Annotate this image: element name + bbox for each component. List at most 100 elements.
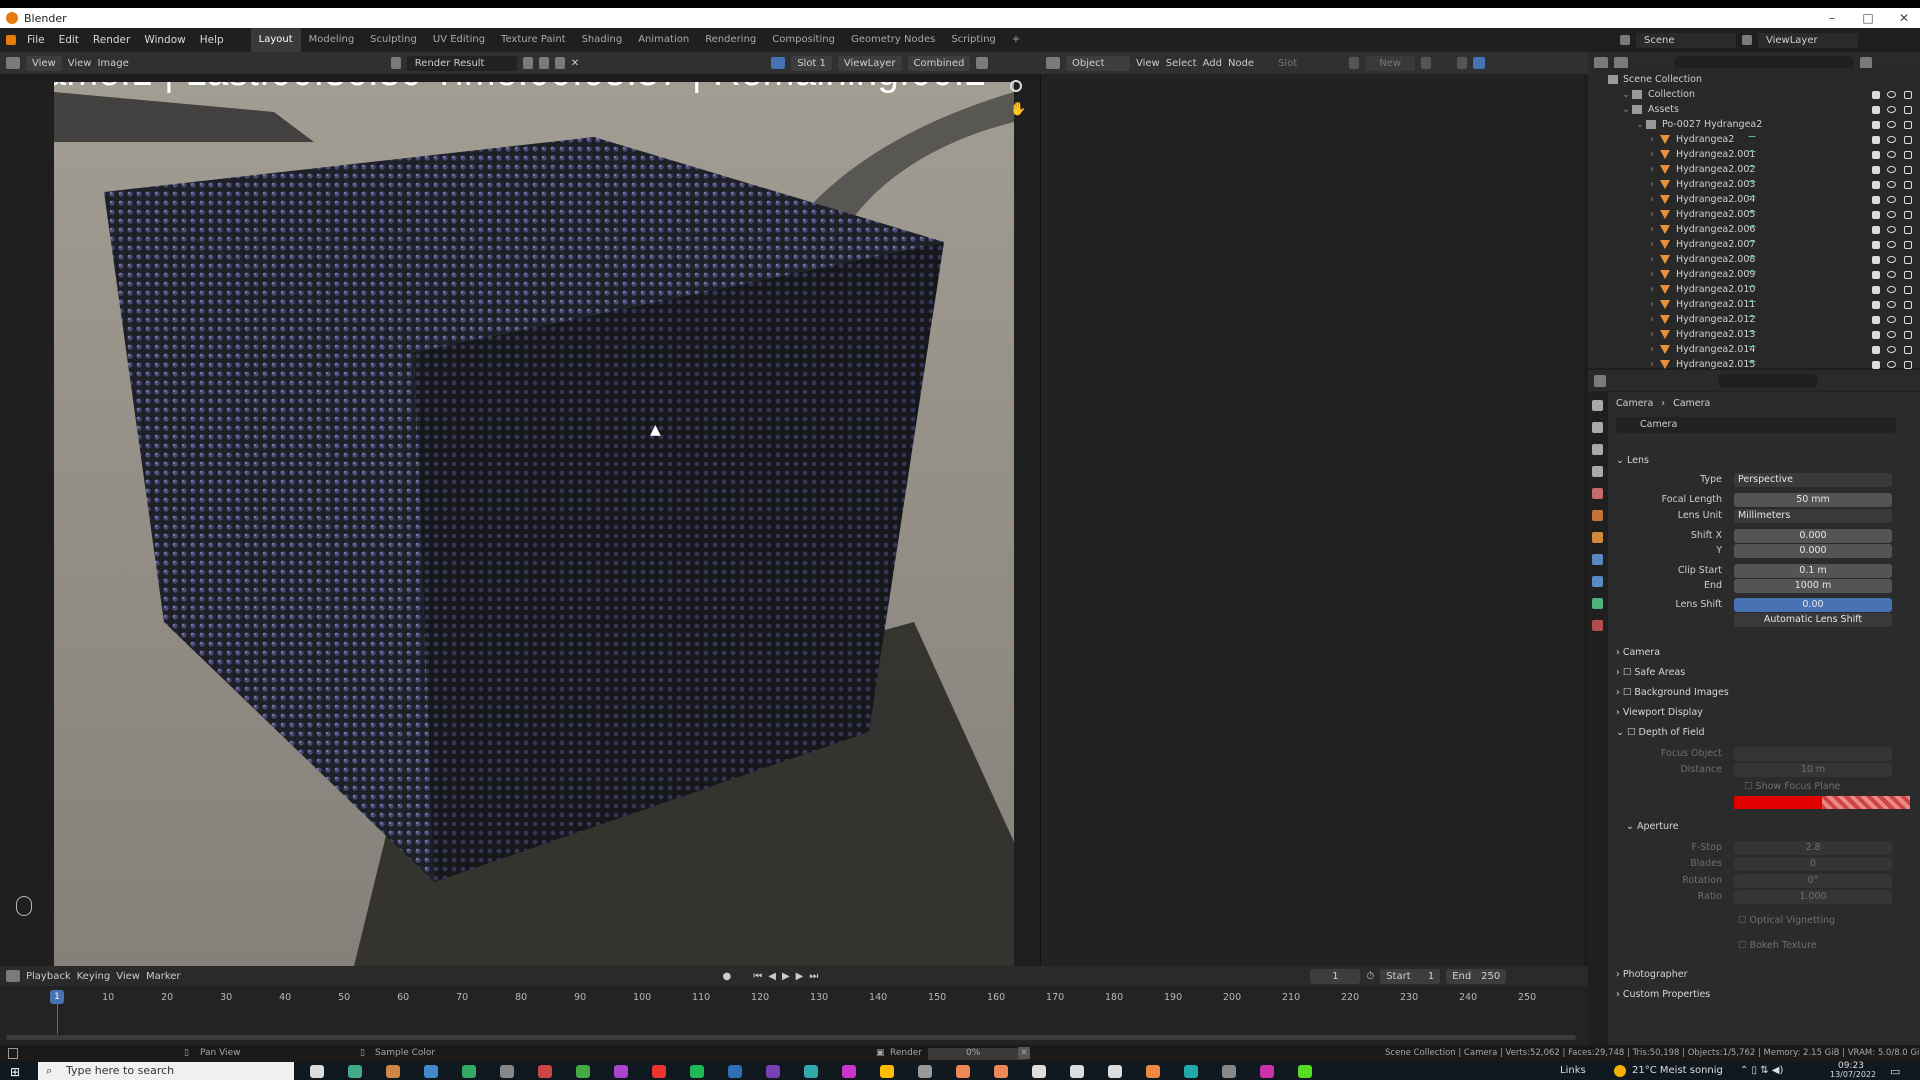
eye-icon[interactable] <box>1887 346 1896 353</box>
new-image-icon[interactable] <box>538 57 549 69</box>
overlay-icon[interactable] <box>771 57 786 69</box>
node-editor-canvas[interactable] <box>1040 74 1584 968</box>
checkbox-icon[interactable] <box>1872 360 1880 369</box>
lens-shift-field[interactable]: 0.00 <box>1734 598 1892 612</box>
notifications-icon[interactable]: ▭ <box>1890 1065 1900 1078</box>
eye-icon[interactable] <box>1887 256 1896 263</box>
eye-icon[interactable] <box>1887 226 1896 233</box>
panel-depth-of-field-header[interactable]: ⌄ ☐ Depth of Field <box>1616 724 1920 742</box>
minimize-icon[interactable]: – <box>1812 8 1852 28</box>
tab-geometry-nodes[interactable]: Geometry Nodes <box>843 28 943 52</box>
eye-icon[interactable] <box>1887 271 1896 278</box>
outliner-row[interactable]: › Hydrangea2.002 <box>1588 162 1920 177</box>
camera-render-icon[interactable] <box>1904 240 1912 249</box>
tab-rendering[interactable]: Rendering <box>697 28 764 52</box>
camera-render-icon[interactable] <box>1904 150 1912 159</box>
outliner-row[interactable]: › Hydrangea2.008 <box>1588 252 1920 267</box>
lens-unit-dropdown[interactable]: Millimeters <box>1734 509 1892 523</box>
taskbar-app-icon[interactable] <box>880 1065 894 1078</box>
checkbox-icon[interactable] <box>1872 315 1880 324</box>
image-name-field[interactable]: Render Result <box>406 55 517 71</box>
expand-arrow-icon[interactable]: › <box>1650 297 1660 312</box>
eye-icon[interactable] <box>1887 211 1896 218</box>
bokeh-texture-checkbox[interactable]: ☐ Bokeh Texture <box>1738 938 1817 954</box>
taskbar-app-icon[interactable] <box>424 1065 438 1078</box>
tab-compositing[interactable]: Compositing <box>764 28 843 52</box>
expand-arrow-icon[interactable]: ⌄ <box>1636 117 1646 132</box>
slot-dropdown[interactable]: Slot 1 <box>791 55 832 71</box>
menu-edit[interactable]: Edit <box>52 28 86 52</box>
checkbox-icon[interactable] <box>1872 195 1880 204</box>
panel-lens-header[interactable]: ⌄ Lens <box>1616 452 1920 470</box>
playhead[interactable]: 1 <box>50 990 64 1004</box>
shift-y-field[interactable]: 0.000 <box>1734 544 1892 558</box>
expand-arrow-icon[interactable]: › <box>1650 342 1660 357</box>
expand-arrow-icon[interactable]: › <box>1650 177 1660 192</box>
add-workspace-icon[interactable]: + <box>1004 28 1028 52</box>
expand-arrow-icon[interactable]: › <box>1650 162 1660 177</box>
tab-shading[interactable]: Shading <box>574 28 631 52</box>
taskbar-app-icon[interactable] <box>956 1065 970 1078</box>
eye-icon[interactable] <box>1887 301 1896 308</box>
tool-tab-icon[interactable] <box>1592 400 1603 411</box>
expand-arrow-icon[interactable]: › <box>1650 147 1660 162</box>
focus-object-field[interactable] <box>1734 747 1892 761</box>
taskbar-app-icon[interactable] <box>500 1065 514 1078</box>
checkbox-icon[interactable] <box>1872 210 1880 219</box>
camera-render-icon[interactable] <box>1904 255 1912 264</box>
camera-render-icon[interactable] <box>1904 180 1912 189</box>
eye-icon[interactable] <box>1887 331 1896 338</box>
camera-render-icon[interactable] <box>1904 285 1912 294</box>
type-dropdown[interactable]: Perspective <box>1734 473 1892 487</box>
image-browse-icon[interactable] <box>390 57 401 69</box>
mesh-data-icon[interactable] <box>1748 135 1756 144</box>
outliner-row[interactable]: › Hydrangea2.001 <box>1588 147 1920 162</box>
checkbox-icon[interactable] <box>1872 300 1880 309</box>
camera-render-icon[interactable] <box>1904 300 1912 309</box>
clock-date[interactable]: 13/07/2022 <box>1830 1070 1876 1079</box>
taskbar-app-icon[interactable] <box>538 1065 552 1078</box>
taskbar-app-icon[interactable] <box>918 1065 932 1078</box>
expand-arrow-icon[interactable]: › <box>1650 192 1660 207</box>
camera-render-icon[interactable] <box>1904 360 1912 369</box>
tray-icons[interactable]: ⌃ ▯ ⇅ ◀) <box>1740 1065 1783 1076</box>
eye-icon[interactable] <box>1887 361 1896 368</box>
eye-icon[interactable] <box>1887 241 1896 248</box>
display-channels-icon[interactable] <box>976 57 989 69</box>
timeline-scrollbar[interactable] <box>6 1035 1576 1040</box>
eye-icon[interactable] <box>1887 151 1896 158</box>
checkbox-icon[interactable] <box>1872 120 1880 129</box>
panel-safe-areas-header[interactable]: › ☐ Safe Areas <box>1616 664 1920 682</box>
eye-icon[interactable] <box>1887 316 1896 323</box>
eye-icon[interactable] <box>1887 91 1896 98</box>
rotation-field[interactable]: 0° <box>1734 874 1892 888</box>
outliner-row[interactable]: Scene Collection <box>1588 72 1920 87</box>
fake-user-icon[interactable] <box>522 57 533 69</box>
camera-render-icon[interactable] <box>1904 165 1912 174</box>
blender-menu-icon[interactable] <box>6 35 16 45</box>
checkbox-icon[interactable] <box>1872 180 1880 189</box>
checkbox-icon[interactable] <box>1872 165 1880 174</box>
distance-field[interactable]: 10 m <box>1734 763 1892 777</box>
camera-render-icon[interactable] <box>1904 195 1912 204</box>
windows-start-icon[interactable]: ⊞ <box>10 1065 20 1079</box>
expand-arrow-icon[interactable]: › <box>1650 252 1660 267</box>
timeline-ruler[interactable]: 1102030405060708090100110120130140150160… <box>0 966 1588 1026</box>
tab-modeling[interactable]: Modeling <box>301 28 363 52</box>
checkbox-icon[interactable] <box>1872 330 1880 339</box>
close-icon[interactable]: ✕ <box>1884 8 1920 28</box>
taskbar-app-icon[interactable] <box>728 1065 742 1078</box>
panel-camera-header[interactable]: › Camera <box>1616 644 1920 662</box>
expand-arrow-icon[interactable]: › <box>1650 132 1660 147</box>
taskbar-app-icon[interactable] <box>690 1065 704 1078</box>
eye-icon[interactable] <box>1887 286 1896 293</box>
panel-photographer-header[interactable]: › Photographer <box>1616 966 1920 984</box>
properties-type-icon[interactable] <box>1594 375 1606 387</box>
menu-image[interactable]: Image <box>97 58 128 69</box>
taskbar-app-icon[interactable] <box>614 1065 628 1078</box>
unlink-icon[interactable]: ✕ <box>571 58 579 69</box>
taskbar-app-icon[interactable] <box>1108 1065 1122 1078</box>
camera-render-icon[interactable] <box>1904 345 1912 354</box>
taskbar-app-icon[interactable] <box>1222 1065 1236 1078</box>
outliner-row[interactable]: › Hydrangea2.005 <box>1588 207 1920 222</box>
